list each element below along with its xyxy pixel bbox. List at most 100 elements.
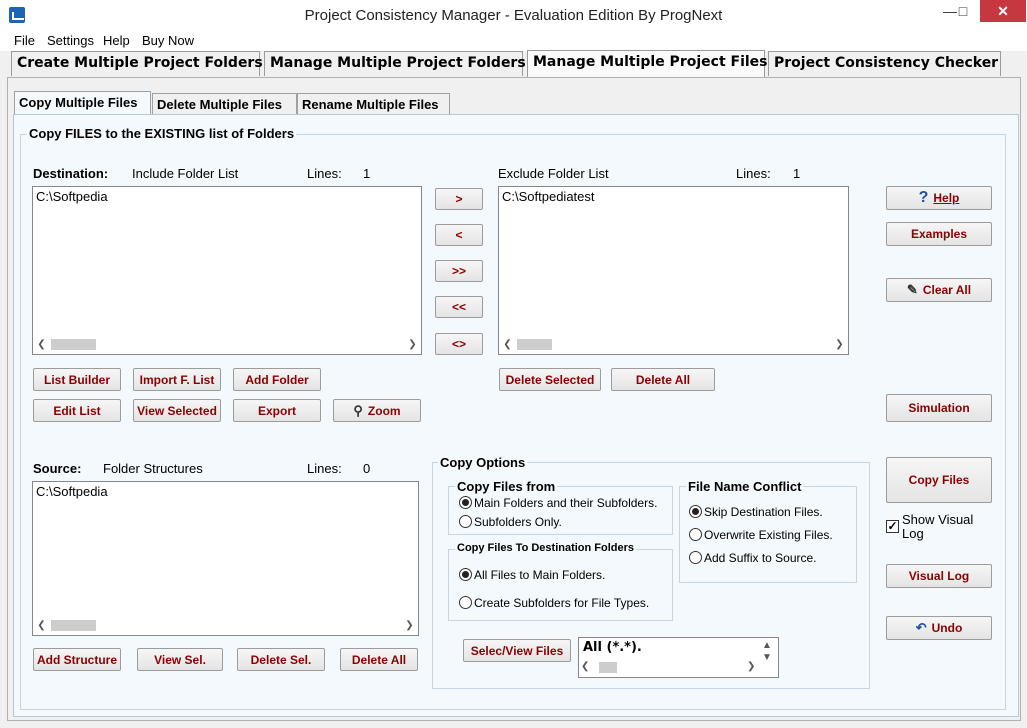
edit-list-button[interactable]: Edit List bbox=[33, 399, 121, 422]
import-folder-list-button[interactable]: Import F. List bbox=[133, 368, 221, 391]
scroll-right-icon[interactable]: ❯ bbox=[402, 617, 417, 634]
clear-all-button[interactable]: ✎ Clear All bbox=[886, 278, 992, 302]
swap-button[interactable]: <> bbox=[435, 333, 483, 355]
option-all-files-main[interactable]: All Files to Main Folders. bbox=[474, 568, 605, 582]
menu-help[interactable]: Help bbox=[103, 33, 130, 48]
scroll-up-icon[interactable]: ▲ bbox=[762, 640, 772, 651]
maximize-button[interactable]: □ bbox=[946, 0, 980, 22]
exclude-folder-list[interactable]: C:\Softpediatest ❮ ❯ bbox=[498, 186, 849, 355]
destination-lines-count: 1 bbox=[363, 166, 371, 181]
radio-main-folders[interactable] bbox=[459, 496, 472, 509]
radio-add-suffix[interactable] bbox=[689, 551, 702, 564]
copy-to-destination-group bbox=[448, 549, 673, 621]
scroll-right-icon[interactable]: ❯ bbox=[832, 336, 847, 353]
copy-files-button[interactable]: Copy Files bbox=[886, 457, 992, 503]
scroll-thumb[interactable] bbox=[51, 620, 96, 631]
list-item[interactable]: C:\Softpedia bbox=[36, 484, 108, 499]
tab-delete-multiple-files[interactable]: Delete Multiple Files bbox=[152, 93, 297, 114]
show-visual-log-label[interactable]: Show Visual Log bbox=[902, 513, 992, 541]
move-left-button[interactable]: < bbox=[435, 224, 483, 246]
delete-all-exclude-button[interactable]: Delete All bbox=[611, 368, 715, 391]
tab-rename-multiple-files[interactable]: Rename Multiple Files bbox=[297, 93, 450, 114]
help-button[interactable]: ? Help bbox=[886, 186, 992, 210]
radio-overwrite-existing[interactable] bbox=[689, 528, 702, 541]
delete-selected-button[interactable]: Delete Selected bbox=[499, 368, 601, 391]
destination-lines-label: Lines: bbox=[307, 166, 342, 181]
scroll-thumb[interactable] bbox=[599, 662, 617, 673]
radio-skip-destination[interactable] bbox=[689, 505, 702, 518]
menu-file[interactable]: File bbox=[14, 33, 35, 48]
option-create-subfolders[interactable]: Create Subfolders for File Types. bbox=[474, 596, 649, 610]
file-name-conflict-title: File Name Conflict bbox=[686, 479, 804, 494]
examples-button[interactable]: Examples bbox=[886, 222, 992, 246]
option-skip-destination[interactable]: Skip Destination Files. bbox=[704, 505, 823, 519]
scroll-thumb[interactable] bbox=[517, 339, 552, 350]
view-selected-button[interactable]: View Selected bbox=[133, 399, 221, 422]
scroll-right-icon[interactable]: ❯ bbox=[405, 336, 420, 353]
file-filter-value: All (*.*). bbox=[583, 640, 642, 655]
delete-all-source-button[interactable]: Delete All bbox=[340, 648, 418, 671]
include-folder-list[interactable]: C:\Softpedia ❮ ❯ bbox=[32, 186, 422, 355]
zoom-label: Zoom bbox=[367, 403, 401, 418]
folder-structures-list[interactable]: C:\Softpedia ❮ ❯ bbox=[32, 481, 419, 636]
add-structure-button[interactable]: Add Structure bbox=[33, 648, 121, 671]
list-item[interactable]: C:\Softpediatest bbox=[502, 189, 595, 204]
option-main-folders[interactable]: Main Folders and their Subfolders. bbox=[474, 496, 657, 510]
title-bar: Project Consistency Manager - Evaluation… bbox=[0, 0, 1027, 31]
help-icon: ? bbox=[918, 189, 929, 206]
horizontal-scrollbar[interactable]: ❮ ❯ bbox=[34, 617, 417, 634]
scroll-down-icon[interactable]: ▼ bbox=[762, 652, 772, 663]
export-button[interactable]: Export bbox=[233, 399, 321, 422]
destination-label: Destination: bbox=[33, 166, 109, 181]
file-filter-box[interactable]: All (*.*). ▲ ▼ ❮ ❯ bbox=[578, 637, 779, 678]
scroll-thumb[interactable] bbox=[51, 339, 96, 350]
menu-bar: File Settings Help Buy Now bbox=[0, 31, 1027, 51]
scroll-left-icon[interactable]: ❮ bbox=[500, 336, 515, 353]
copy-files-from-title: Copy Files from bbox=[455, 479, 558, 494]
include-folder-list-label: Include Folder List bbox=[132, 166, 239, 181]
menu-settings[interactable]: Settings bbox=[47, 33, 94, 48]
undo-button[interactable]: ↶ Undo bbox=[886, 616, 992, 640]
tab-copy-multiple-files[interactable]: Copy Multiple Files bbox=[14, 91, 151, 115]
radio-subfolders-only[interactable] bbox=[459, 515, 472, 528]
scroll-left-icon[interactable]: ❮ bbox=[34, 336, 49, 353]
horizontal-scrollbar[interactable]: ❮ ❯ bbox=[34, 336, 420, 353]
scroll-right-icon[interactable]: ❯ bbox=[747, 661, 759, 675]
scroll-left-icon[interactable]: ❮ bbox=[34, 617, 49, 634]
tab-project-consistency-checker[interactable]: Project Consistency Checker bbox=[768, 51, 1001, 76]
option-overwrite-existing[interactable]: Overwrite Existing Files. bbox=[704, 528, 833, 542]
tab-create-multiple-project-folders[interactable]: Create Multiple Project Folders bbox=[11, 51, 263, 76]
clear-all-label: Clear All bbox=[922, 283, 972, 297]
menu-buy-now[interactable]: Buy Now bbox=[142, 33, 194, 48]
tab-manage-multiple-project-folders[interactable]: Manage Multiple Project Folders bbox=[264, 51, 526, 76]
zoom-button[interactable]: ⚲ Zoom bbox=[333, 399, 421, 422]
radio-all-files-main[interactable] bbox=[459, 568, 472, 581]
visual-log-button[interactable]: Visual Log bbox=[886, 564, 992, 588]
list-item[interactable]: C:\Softpedia bbox=[36, 189, 108, 204]
tab-manage-multiple-project-files[interactable]: Manage Multiple Project Files bbox=[527, 50, 768, 77]
horizontal-scrollbar[interactable]: ❮ ❯ bbox=[500, 336, 847, 353]
source-lines-label: Lines: bbox=[307, 461, 342, 476]
close-button[interactable]: ✕ bbox=[980, 0, 1026, 22]
radio-create-subfolders[interactable] bbox=[459, 596, 472, 609]
show-visual-log-checkbox[interactable]: ✓ bbox=[886, 520, 899, 533]
help-label: Help bbox=[933, 191, 960, 205]
move-all-left-button[interactable]: << bbox=[435, 296, 483, 318]
window-title: Project Consistency Manager - Evaluation… bbox=[304, 7, 723, 24]
select-view-files-button[interactable]: Selec/View Files bbox=[463, 639, 571, 662]
undo-label: Undo bbox=[931, 621, 963, 635]
move-all-right-button[interactable]: >> bbox=[435, 260, 483, 282]
move-right-button[interactable]: > bbox=[435, 188, 483, 210]
option-add-suffix[interactable]: Add Suffix to Source. bbox=[704, 551, 817, 565]
view-sel-button[interactable]: View Sel. bbox=[137, 648, 223, 671]
add-folder-button[interactable]: Add Folder bbox=[233, 368, 321, 391]
list-builder-button[interactable]: List Builder bbox=[33, 368, 121, 391]
delete-sel-button[interactable]: Delete Sel. bbox=[237, 648, 325, 671]
copy-options-title: Copy Options bbox=[438, 455, 528, 470]
source-label: Source: bbox=[33, 461, 82, 476]
option-subfolders-only[interactable]: Subfolders Only. bbox=[474, 515, 562, 529]
simulation-button[interactable]: Simulation bbox=[886, 394, 992, 422]
scroll-left-icon[interactable]: ❮ bbox=[581, 661, 593, 675]
magnifier-icon: ⚲ bbox=[353, 402, 363, 418]
exclude-lines-label: Lines: bbox=[736, 166, 771, 181]
